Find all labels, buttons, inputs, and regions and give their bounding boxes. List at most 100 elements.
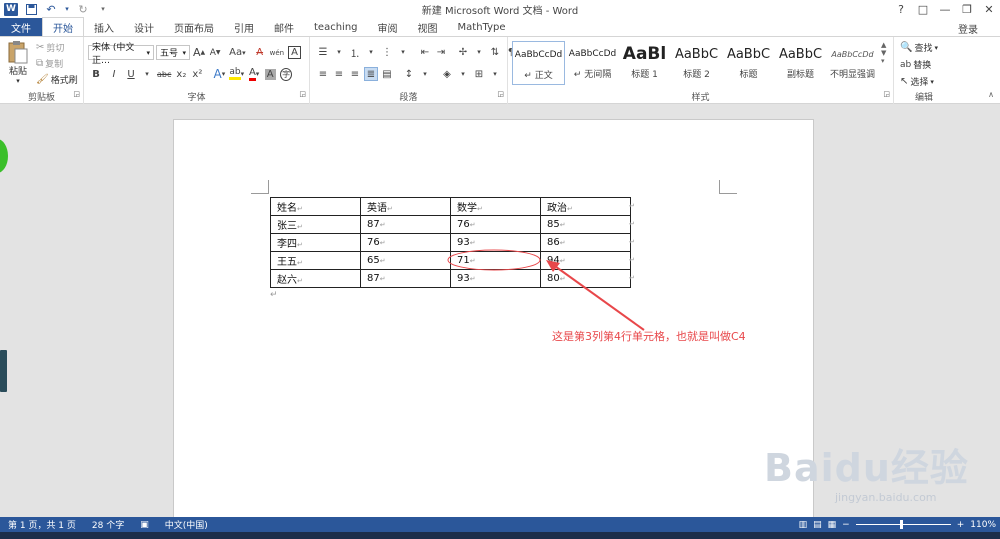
phonetic-guide-button[interactable]: wén [269,46,285,60]
tab-home[interactable]: 开始 [42,17,84,36]
tab-insert[interactable]: 插入 [84,18,124,36]
copy-button[interactable]: ⧉ 复制 [36,57,63,70]
document-page[interactable]: 姓名↵ 英语↵ 数学↵ 政治↵ 张三↵ 87↵ 76↵ 85↵ 李四↵ 76↵ … [173,119,814,517]
undo-dropdown-icon[interactable]: ▾ [64,2,70,16]
tab-mathtype[interactable]: MathType [448,18,516,36]
style-heading-1[interactable]: AaBl 标题 1 [618,41,671,85]
web-layout-icon[interactable]: ▦ [828,520,837,530]
tab-page-layout[interactable]: 页面布局 [164,18,224,36]
print-layout-icon[interactable]: ▤ [813,520,822,530]
page-count[interactable]: 第 1 页，共 1 页 [0,518,84,531]
tab-view[interactable]: 视图 [408,18,448,36]
distribute-icon[interactable]: ▤ [380,67,394,81]
numbering-icon[interactable]: ⒈ [348,45,362,60]
zoom-slider[interactable] [855,520,951,529]
redo-icon[interactable]: ↻ [76,2,90,16]
font-color-button[interactable]: A ▾ [247,67,261,81]
superscript-button[interactable]: x² [190,67,204,81]
char-shading-button[interactable]: A [263,67,277,81]
chevron-down-icon[interactable]: ▼ [881,49,891,57]
save-icon[interactable] [24,2,38,16]
tab-teaching[interactable]: teaching [304,18,368,36]
paste-button[interactable]: 粘贴 ▾ [5,40,31,85]
zoom-slider-thumb[interactable] [899,520,903,529]
multilevel-list-icon[interactable]: ⋮ [380,45,394,59]
grow-font-button[interactable]: A ▲ [192,46,206,60]
chevron-down-icon[interactable]: ▾ [332,45,346,59]
decrease-indent-icon[interactable]: ⇤ [418,45,432,59]
help-button[interactable]: ? [890,0,912,18]
shrink-font-button[interactable]: A ▼ [208,46,222,60]
enclose-char-button[interactable]: 字 [279,67,293,81]
tab-references[interactable]: 引用 [224,18,264,36]
zoom-out-button[interactable]: − [842,520,850,530]
zoom-level[interactable]: 110% [970,520,996,530]
proofing-icon[interactable]: ▣ [132,520,157,530]
subscript-button[interactable]: x₂ [174,67,188,81]
style-normal[interactable]: AaBbCcDd ↵ 正文 [512,41,565,85]
align-left-icon[interactable]: ≡ [316,67,330,81]
char-border-button[interactable]: A [287,46,302,60]
close-button[interactable]: ✕ [978,0,1000,18]
justify-icon[interactable]: ≣ [364,67,378,81]
undo-icon[interactable]: ↶ [44,2,58,16]
dialog-launcher-icon[interactable]: ◲ [883,90,890,98]
style-heading-2[interactable]: AaBbC 标题 2 [670,41,723,85]
italic-button[interactable]: I [106,67,122,81]
minimize-button[interactable]: — [934,0,956,18]
font-size-select[interactable]: 五号 ▾ [156,45,190,60]
word-count[interactable]: 28 个字 [84,518,132,531]
chevron-down-icon[interactable]: ▾ [488,67,502,81]
shading-icon[interactable]: ◈ [440,67,454,81]
font-name-select[interactable]: 宋体 (中文正… ▾ [88,43,154,66]
line-spacing-icon[interactable]: ↕ [402,67,416,81]
tab-mailings[interactable]: 邮件 [264,18,304,36]
underline-button[interactable]: U [124,67,138,81]
align-center-icon[interactable]: ≡ [332,67,346,81]
dialog-launcher-icon[interactable]: ◲ [497,90,504,98]
align-right-icon[interactable]: ≡ [348,67,362,81]
borders-icon[interactable]: ⊞ [472,67,486,81]
dialog-launcher-icon[interactable]: ◲ [299,90,306,98]
bold-button[interactable]: B [88,67,104,81]
more-styles-icon[interactable]: ▾ [881,57,891,65]
highlight-ellipse [447,249,541,271]
chevron-down-icon[interactable]: ▾ [418,67,432,81]
login-link[interactable]: 登录 [958,21,978,36]
read-mode-icon[interactable]: ▥ [799,520,808,530]
find-button[interactable]: 🔍 查找 ▾ [900,41,938,54]
clear-format-button[interactable]: A [253,46,267,60]
tab-file[interactable]: 文件 [0,18,42,36]
language-status[interactable]: 中文(中国) [157,518,216,531]
select-button[interactable]: ↖ 选择 ▾ [900,75,934,88]
zoom-in-button[interactable]: + [957,520,965,530]
tab-design[interactable]: 设计 [124,18,164,36]
highlight-button[interactable]: ab ▾ [228,67,245,81]
chevron-down-icon[interactable]: ▾ [364,45,378,59]
customize-qat-icon[interactable]: ▾ [96,2,110,16]
replace-button[interactable]: ab 替换 [900,58,931,72]
style-subtitle[interactable]: AaBbC 副标题 [774,41,827,85]
sort-icon[interactable]: ⇅ [488,45,502,59]
style-no-spacing[interactable]: AaBbCcDd ↵ 无间隔 [566,41,619,85]
strikethrough-button[interactable]: abc [156,67,172,81]
collapse-ribbon-icon[interactable]: ∧ [988,90,994,99]
chevron-down-icon[interactable]: ▾ [472,45,486,59]
cut-button[interactable]: ✂ 剪切 [36,41,64,54]
chevron-up-icon[interactable]: ▲ [881,41,891,49]
chinese-layout-icon[interactable]: ✢ [456,45,470,59]
dialog-launcher-icon[interactable]: ◲ [73,90,80,98]
change-case-button[interactable]: Aa ▾ [228,46,246,60]
chevron-down-icon[interactable]: ▾ [456,67,470,81]
restore-button[interactable]: ❐ [956,0,978,18]
style-subtle-emphasis[interactable]: AaBbCcDd 不明显强调 [826,41,879,85]
increase-indent-icon[interactable]: ⇥ [434,45,448,59]
tab-review[interactable]: 审阅 [368,18,408,36]
style-title[interactable]: AaBbC 标题 [722,41,775,85]
chevron-down-icon[interactable]: ▾ [396,45,410,59]
bullets-icon[interactable]: ☰ [316,45,330,59]
ribbon-display-button[interactable]: □ [912,0,934,18]
text-effects-button[interactable]: A ▾ [212,67,226,81]
format-painter-button[interactable]: 🖌 格式刷 [36,73,78,86]
underline-dropdown-icon[interactable]: ▾ [140,67,154,81]
